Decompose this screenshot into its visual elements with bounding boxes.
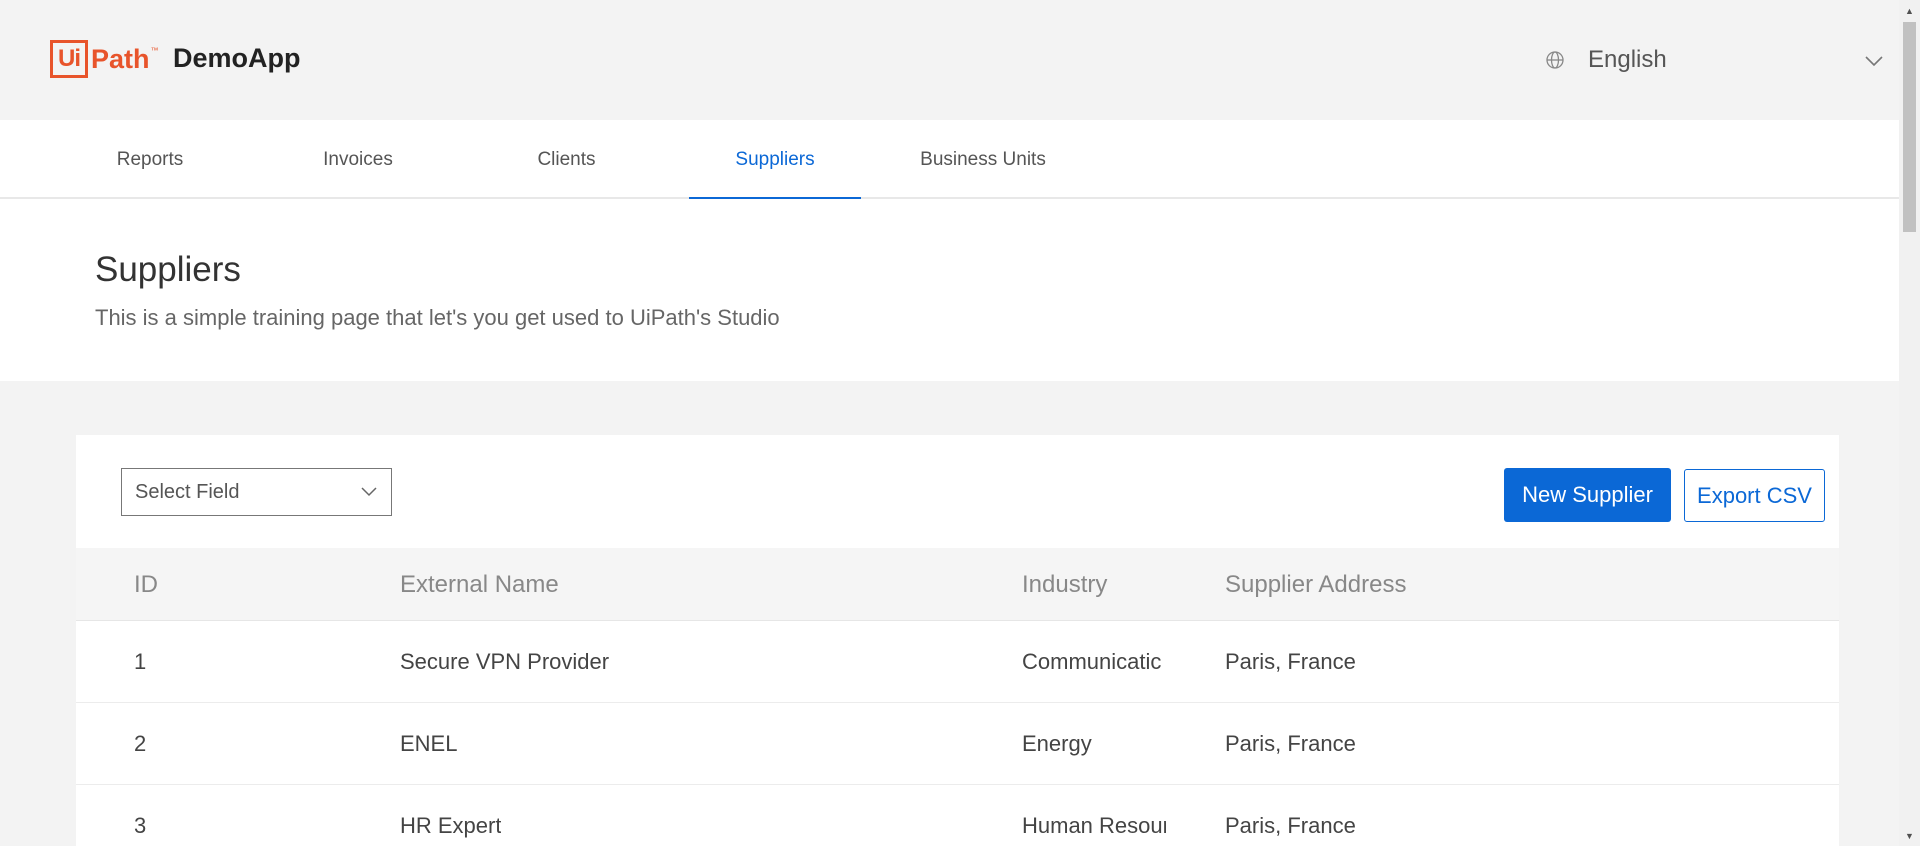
cell-industry: Human Resour <box>1022 813 1166 838</box>
uipath-logo[interactable]: Ui Path ™ <box>50 40 159 78</box>
logo-mark: Ui <box>50 40 88 78</box>
cell-supplier-address: Paris, France <box>1225 649 1356 674</box>
suppliers-card: Select Field New Supplier Export CSV ID … <box>76 435 1839 846</box>
tab-invoices[interactable]: Invoices <box>280 120 436 199</box>
cell-external-name: HR Expert <box>400 813 502 838</box>
column-header-id[interactable]: ID <box>134 548 158 621</box>
cell-id: 2 <box>134 731 147 756</box>
cell-id: 3 <box>134 813 147 838</box>
table-row[interactable]: 3 HR Expert Human Resour Paris, France <box>76 785 1839 846</box>
language-selector[interactable]: English <box>1545 38 1885 82</box>
cell-industry: Energy <box>1022 731 1092 756</box>
language-label: English <box>1588 46 1667 73</box>
new-supplier-button[interactable]: New Supplier <box>1504 468 1671 522</box>
logo-wordmark: Path <box>91 43 150 74</box>
app-page: Ui Path ™ DemoApp English Reports Invoic… <box>0 0 1899 846</box>
app-name: DemoApp <box>173 43 301 73</box>
scroll-up-arrow-icon[interactable]: ▲ <box>1899 2 1920 19</box>
globe-icon <box>1546 51 1564 69</box>
logo-trademark: ™ <box>150 46 159 55</box>
select-field-dropdown[interactable]: Select Field <box>121 468 392 516</box>
select-field-placeholder: Select Field <box>135 480 240 503</box>
scrollbar-thumb[interactable] <box>1903 22 1916 232</box>
page-subtitle: This is a simple training page that let'… <box>95 305 780 330</box>
tab-reports[interactable]: Reports <box>75 120 225 199</box>
cell-supplier-address: Paris, France <box>1225 731 1356 756</box>
chevron-down-icon <box>361 487 377 497</box>
page-header: Suppliers This is a simple training page… <box>0 199 1899 381</box>
table-header: ID External Name Industry Supplier Addre… <box>76 548 1839 621</box>
cell-external-name: ENEL <box>400 731 458 756</box>
table-row[interactable]: 1 Secure VPN Provider Communicatic Paris… <box>76 621 1839 703</box>
cell-id: 1 <box>134 649 147 674</box>
column-header-industry[interactable]: Industry <box>1022 548 1107 621</box>
column-header-external-name[interactable]: External Name <box>400 548 559 621</box>
column-header-supplier-address[interactable]: Supplier Address <box>1225 548 1406 621</box>
tab-suppliers[interactable]: Suppliers <box>689 120 861 201</box>
vertical-scrollbar[interactable]: ▲ ▼ <box>1899 0 1920 846</box>
chevron-down-icon <box>1865 56 1883 67</box>
cell-supplier-address: Paris, France <box>1225 813 1356 838</box>
cell-external-name: Secure VPN Provider <box>400 649 610 674</box>
tab-business-units[interactable]: Business Units <box>906 120 1060 199</box>
main-tabs: Reports Invoices Clients Suppliers Busin… <box>0 120 1899 201</box>
cell-industry: Communicatic <box>1022 649 1162 674</box>
page-title: Suppliers <box>95 250 241 289</box>
scroll-down-arrow-icon[interactable]: ▼ <box>1899 827 1920 844</box>
export-csv-button[interactable]: Export CSV <box>1684 469 1825 522</box>
table-row[interactable]: 2 ENEL Energy Paris, France <box>76 703 1839 785</box>
tab-clients[interactable]: Clients <box>489 120 644 199</box>
app-header: Ui Path ™ DemoApp English <box>0 0 1899 120</box>
